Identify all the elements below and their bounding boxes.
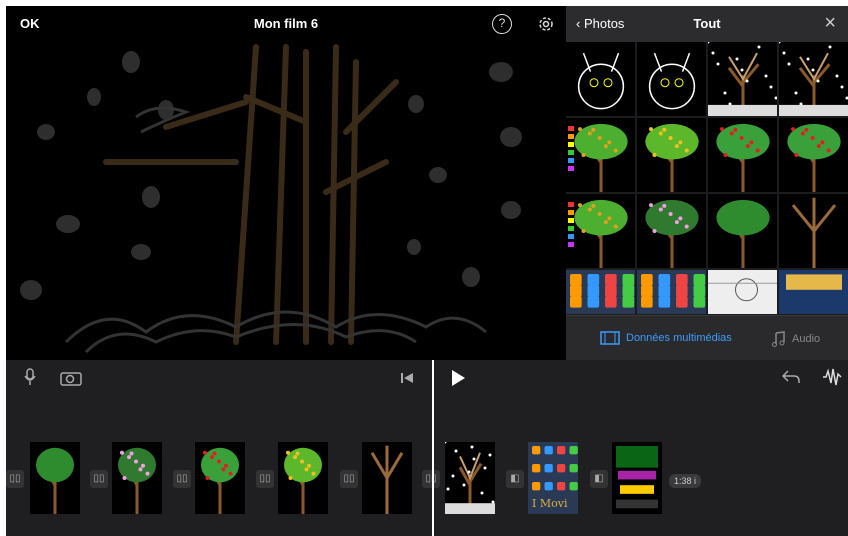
undo-icon[interactable] xyxy=(782,370,800,384)
thumbnail-image xyxy=(779,270,848,314)
thumbnail-image xyxy=(779,42,848,116)
camera-icon[interactable] xyxy=(60,370,82,386)
media-thumbnail[interactable] xyxy=(708,118,777,192)
thumbnail-image xyxy=(566,42,635,116)
music-note-icon xyxy=(772,331,785,347)
thumbnail-image xyxy=(708,270,777,314)
timeline-clip[interactable] xyxy=(612,442,662,514)
timeline-clip[interactable] xyxy=(112,442,162,514)
clip-duration-badge: 1:38 i xyxy=(669,474,702,488)
thumbnail-image xyxy=(566,118,635,192)
transition-button[interactable]: ▯▯ xyxy=(422,470,440,488)
project-title: Mon film 6 xyxy=(253,16,319,31)
media-thumbnail-grid xyxy=(566,42,848,315)
imovie-app: OK Mon film 6 ? ‹ Photos Tout × Données … xyxy=(6,6,848,536)
thumbnail-image xyxy=(637,270,706,314)
tab-media[interactable]: Données multimédias xyxy=(600,331,732,345)
timeline-clip[interactable] xyxy=(445,442,495,514)
thumbnail-image xyxy=(708,194,777,268)
thumbnail-image xyxy=(708,42,777,116)
media-thumbnail[interactable] xyxy=(708,194,777,268)
timeline-clip[interactable]: I Movi xyxy=(528,442,578,514)
thumbnail-image xyxy=(637,118,706,192)
microphone-icon[interactable] xyxy=(24,368,36,386)
clip-thumbnail-image xyxy=(112,442,162,514)
clip-thumbnail-image xyxy=(445,442,495,514)
playhead[interactable] xyxy=(432,360,434,536)
timeline-toolbar xyxy=(6,360,848,394)
tab-audio[interactable]: Audio xyxy=(772,331,820,347)
timeline-clip[interactable] xyxy=(195,442,245,514)
media-thumbnail[interactable] xyxy=(637,118,706,192)
tab-media-label: Données multimédias xyxy=(626,332,732,344)
media-browser-header: ‹ Photos Tout × xyxy=(566,6,848,42)
clip-thumbnail-image xyxy=(195,442,245,514)
clip-thumbnail-image xyxy=(30,442,80,514)
media-thumbnail[interactable] xyxy=(566,194,635,268)
transition-button[interactable]: ▯▯ xyxy=(256,470,274,488)
media-browser-tabs: Données multimédias Audio xyxy=(566,315,848,360)
thumbnail-image xyxy=(637,42,706,116)
transition-button[interactable]: ◧ xyxy=(506,470,524,488)
audio-waveform-icon[interactable] xyxy=(822,368,842,386)
media-thumbnail[interactable] xyxy=(637,42,706,116)
play-icon[interactable] xyxy=(450,369,466,387)
help-button[interactable]: ? xyxy=(492,14,512,34)
media-thumbnail[interactable] xyxy=(708,270,777,314)
clip-thumbnail-image xyxy=(612,442,662,514)
media-thumbnail[interactable] xyxy=(779,194,848,268)
thumbnail-image xyxy=(779,194,848,268)
clip-thumbnail-image xyxy=(278,442,328,514)
thumbnail-image xyxy=(566,270,635,314)
film-strip-icon xyxy=(600,331,620,345)
clip-caption: I Movi xyxy=(532,497,568,510)
thumbnail-image xyxy=(708,118,777,192)
media-thumbnail[interactable] xyxy=(637,194,706,268)
transition-button[interactable]: ▯▯ xyxy=(173,470,191,488)
media-thumbnail[interactable] xyxy=(779,42,848,116)
transition-button[interactable]: ▯▯ xyxy=(340,470,358,488)
thumbnail-image xyxy=(566,194,635,268)
media-thumbnail[interactable] xyxy=(566,42,635,116)
media-thumbnail[interactable] xyxy=(637,270,706,314)
media-browser-title: Tout xyxy=(693,16,721,31)
clip-thumbnail-image xyxy=(362,442,412,514)
media-thumbnail[interactable] xyxy=(566,270,635,314)
skip-to-start-icon[interactable] xyxy=(400,372,414,384)
settings-gear-icon[interactable] xyxy=(536,14,556,34)
media-thumbnail[interactable] xyxy=(708,42,777,116)
timeline-clip[interactable] xyxy=(362,442,412,514)
preview-frame-image xyxy=(6,42,566,360)
transition-button[interactable]: ▯▯ xyxy=(6,470,24,488)
close-icon[interactable]: × xyxy=(824,12,836,35)
thumbnail-image xyxy=(637,194,706,268)
media-thumbnail[interactable] xyxy=(779,118,848,192)
top-bar: OK Mon film 6 ? xyxy=(6,6,566,42)
timeline-clip[interactable] xyxy=(30,442,80,514)
media-thumbnail[interactable] xyxy=(779,270,848,314)
media-thumbnail[interactable] xyxy=(566,118,635,192)
transition-button[interactable]: ◧ xyxy=(590,470,608,488)
transition-button[interactable]: ▯▯ xyxy=(90,470,108,488)
video-preview xyxy=(6,42,566,360)
timeline-clip[interactable] xyxy=(278,442,328,514)
thumbnail-image xyxy=(779,118,848,192)
media-browser-panel: ‹ Photos Tout × Données multimédias Audi… xyxy=(566,6,848,360)
project-timeline[interactable]: 1:38 i ▯▯ ▯▯ ▯▯ ▯▯ ▯▯ ▯▯ ◧ ◧ I Movi xyxy=(6,394,848,536)
tab-audio-label: Audio xyxy=(792,333,821,345)
